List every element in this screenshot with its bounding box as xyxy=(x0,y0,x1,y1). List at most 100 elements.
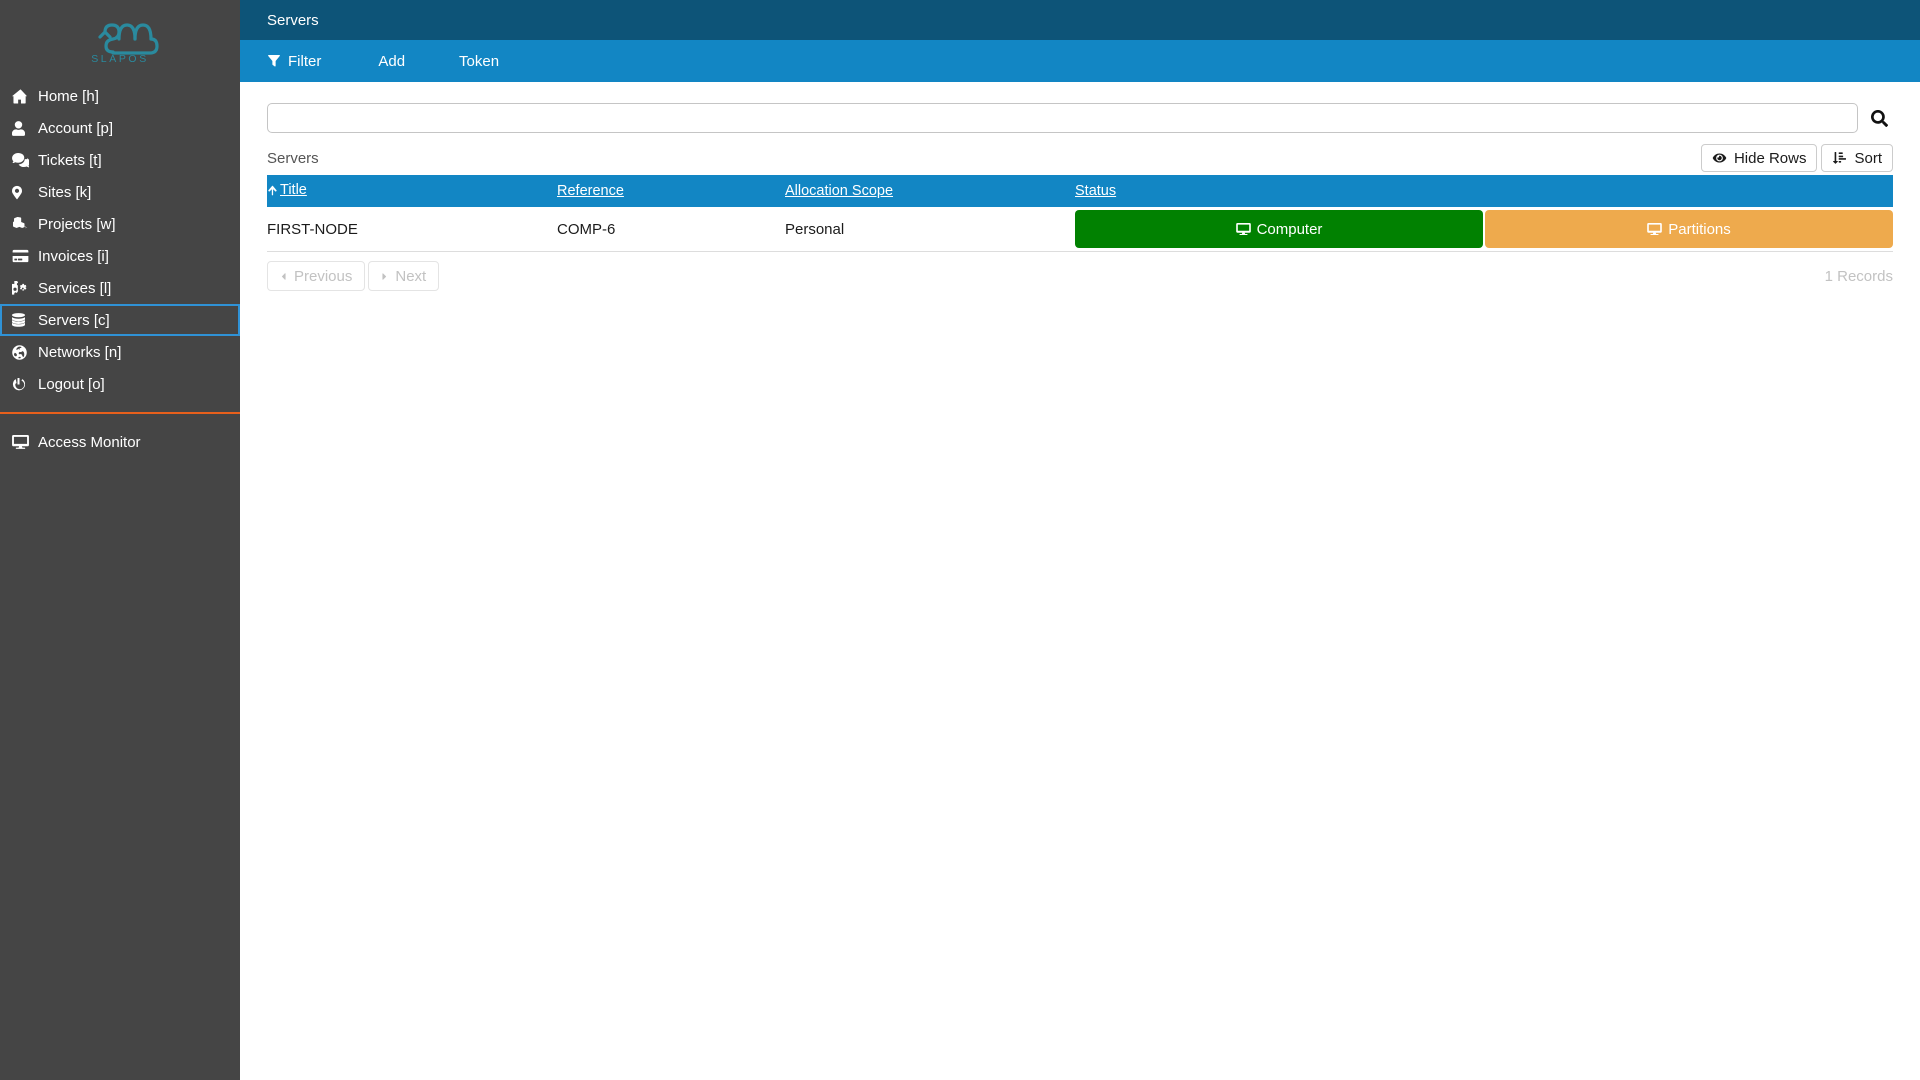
partitions-status-button[interactable]: Partitions xyxy=(1485,210,1893,248)
sidebar-item-label: Sites [k] xyxy=(38,183,92,201)
status-button-group: Computer Partitions xyxy=(1075,207,1893,251)
eye-icon xyxy=(1712,152,1727,164)
search-icon xyxy=(1870,109,1888,127)
sidebar-item-label: Networks [n] xyxy=(38,343,122,361)
status-button-label: Partitions xyxy=(1668,220,1731,238)
sidebar-item-networks[interactable]: Networks [n] xyxy=(0,336,240,368)
cell-title: FIRST-NODE xyxy=(267,220,358,238)
caret-right-icon xyxy=(381,271,388,282)
sort-allocation-scope-link[interactable]: Allocation Scope xyxy=(785,183,893,199)
sidebar-item-invoices[interactable]: Invoices [i] xyxy=(0,240,240,272)
content-area: Servers Hide Rows Sort Title Reference A… xyxy=(240,82,1920,291)
cell-status: Computer Partitions xyxy=(1075,207,1893,252)
sidebar-item-servers[interactable]: Servers [c] xyxy=(0,304,240,336)
sidebar: SLAPOS Home [h] Account [p] Tickets [t] … xyxy=(0,0,240,1080)
column-header-allocation-scope[interactable]: Allocation Scope xyxy=(785,175,1075,207)
cell-reference: COMP-6 xyxy=(557,220,616,238)
user-icon xyxy=(12,120,38,136)
desktop-icon xyxy=(1647,222,1663,236)
app-header: Servers xyxy=(240,0,1920,40)
search-row xyxy=(267,82,1893,133)
globe-icon xyxy=(12,344,38,360)
sidebar-item-label: Projects [w] xyxy=(38,215,116,233)
sidebar-item-tickets[interactable]: Tickets [t] xyxy=(0,144,240,176)
brand-logo[interactable]: SLAPOS xyxy=(0,0,240,72)
power-off-icon xyxy=(12,377,38,392)
table-body: FIRST-NODE COMP-6 Personal Computer Part… xyxy=(267,207,1893,252)
action-toolbar: Filter Add Token xyxy=(240,40,1920,82)
sort-status-link[interactable]: Status xyxy=(1075,183,1116,199)
sidebar-item-label: Access Monitor xyxy=(38,433,141,451)
listbox-title: Servers xyxy=(267,149,319,167)
arrow-up-icon xyxy=(267,185,278,196)
status-button-label: Computer xyxy=(1256,220,1323,238)
page-title: Servers xyxy=(267,11,319,29)
brand-logo-text: SLAPOS xyxy=(91,53,149,65)
sidebar-item-label: Services [l] xyxy=(38,279,112,297)
servers-table: Title Reference Allocation Scope Status … xyxy=(267,175,1893,252)
pagination-controls: Previous Next xyxy=(267,261,440,291)
add-button[interactable]: Add xyxy=(378,53,405,70)
column-header-reference[interactable]: Reference xyxy=(557,175,785,207)
hide-rows-button[interactable]: Hide Rows xyxy=(1700,144,1818,172)
cogs-icon xyxy=(12,280,38,296)
caret-left-icon xyxy=(280,271,287,282)
sidebar-item-label: Home [h] xyxy=(38,87,99,105)
records-count: 1 Records xyxy=(1824,267,1893,285)
column-header-label: Title xyxy=(280,182,307,199)
map-marker-icon xyxy=(12,185,38,200)
column-header-label: Status xyxy=(1075,183,1117,199)
home-icon xyxy=(12,88,38,104)
cell-allocation-scope: Personal xyxy=(785,220,845,238)
desktop-icon xyxy=(12,434,38,450)
sidebar-item-label: Servers [c] xyxy=(38,311,110,329)
next-page-button[interactable]: Next xyxy=(368,261,440,291)
hide-rows-label: Hide Rows xyxy=(1733,149,1807,167)
sort-button[interactable]: Sort xyxy=(1821,144,1893,172)
sort-reference-link[interactable]: Reference xyxy=(557,183,624,199)
filter-button[interactable]: Filter xyxy=(267,53,321,70)
table-row[interactable]: FIRST-NODE COMP-6 Personal Computer Part… xyxy=(267,207,1893,252)
sidebar-item-label: Account [p] xyxy=(38,119,114,137)
sidebar-item-home[interactable]: Home [h] xyxy=(0,80,240,112)
credit-card-icon xyxy=(12,249,38,263)
sidebar-item-sites[interactable]: Sites [k] xyxy=(0,176,240,208)
database-icon xyxy=(12,312,38,328)
listbox-actions: Hide Rows Sort xyxy=(1700,144,1893,172)
sort-title-link[interactable]: Title xyxy=(267,182,307,198)
column-header-status[interactable]: Status xyxy=(1075,175,1893,207)
sidebar-item-label: Logout [o] xyxy=(38,375,105,393)
previous-page-label: Previous xyxy=(294,267,353,285)
cubes-icon xyxy=(12,216,38,232)
sidebar-item-label: Invoices [i] xyxy=(38,247,109,265)
sidebar-item-label: Tickets [t] xyxy=(38,151,102,169)
search-submit-button[interactable] xyxy=(1865,104,1893,132)
sidebar-item-projects[interactable]: Projects [w] xyxy=(0,208,240,240)
sidebar-item-access-monitor[interactable]: Access Monitor xyxy=(0,424,240,460)
main-panel: Servers Filter Add Token Servers Hide Ro… xyxy=(240,0,1920,1080)
filter-label: Filter xyxy=(288,52,322,70)
pagination-row: Previous Next 1 Records xyxy=(267,261,1893,291)
search-input[interactable] xyxy=(267,103,1858,133)
sort-label: Sort xyxy=(1854,149,1882,167)
sidebar-nav: Home [h] Account [p] Tickets [t] Sites [… xyxy=(0,80,240,400)
comments-icon xyxy=(12,152,38,168)
column-header-label: Allocation Scope xyxy=(785,183,894,199)
table-header: Title Reference Allocation Scope Status xyxy=(267,175,1893,207)
filter-icon xyxy=(267,54,281,68)
app-root: SLAPOS Home [h] Account [p] Tickets [t] … xyxy=(0,0,1920,1080)
column-header-title[interactable]: Title xyxy=(267,175,557,207)
listbox-toolbar: Servers Hide Rows Sort xyxy=(267,144,1893,172)
desktop-icon xyxy=(1235,222,1251,236)
token-label: Token xyxy=(459,52,500,70)
sidebar-item-services[interactable]: Services [l] xyxy=(0,272,240,304)
computer-status-button[interactable]: Computer xyxy=(1075,210,1483,248)
sidebar-item-logout[interactable]: Logout [o] xyxy=(0,368,240,400)
sort-amount-down-icon xyxy=(1832,151,1847,165)
next-page-label: Next xyxy=(395,267,427,285)
table-header-row: Title Reference Allocation Scope Status xyxy=(267,175,1893,207)
sidebar-bottom-nav: Access Monitor xyxy=(0,414,240,460)
previous-page-button[interactable]: Previous xyxy=(267,261,366,291)
token-button[interactable]: Token xyxy=(459,53,499,70)
sidebar-item-account[interactable]: Account [p] xyxy=(0,112,240,144)
